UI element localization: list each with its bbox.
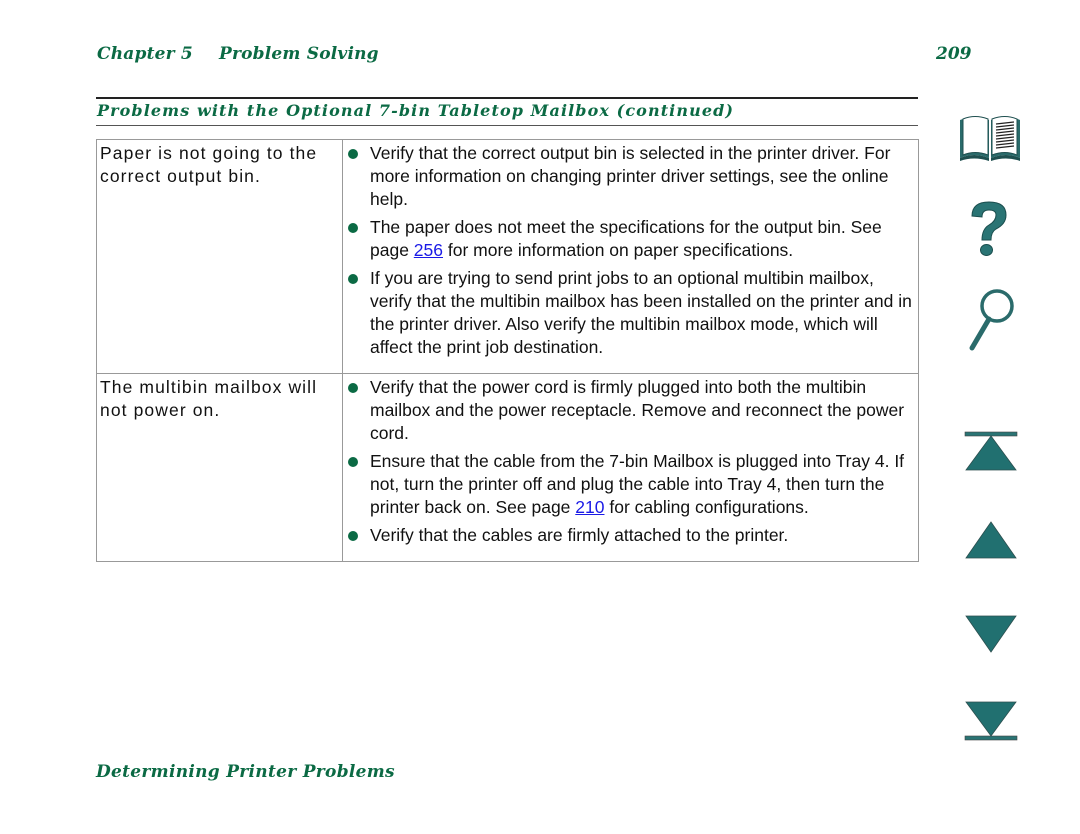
chapter-title: Problem Solving bbox=[218, 44, 379, 64]
chapter-label: Chapter 5 bbox=[97, 44, 193, 64]
page-number: 209 bbox=[936, 44, 972, 64]
bullet-icon bbox=[348, 383, 358, 393]
problem-cell: Paper is not going to the correct output… bbox=[96, 139, 343, 374]
first-page-icon[interactable] bbox=[963, 430, 1019, 472]
help-icon[interactable] bbox=[966, 198, 1012, 260]
bullet-icon bbox=[348, 531, 358, 541]
solutions-cell: Verify that the correct output bin is se… bbox=[342, 139, 919, 374]
table-row: The multibin mailbox will not power on. … bbox=[96, 373, 919, 562]
chapter-heading: Chapter 5 Problem Solving bbox=[97, 44, 379, 64]
page-link-256[interactable]: 256 bbox=[414, 240, 443, 260]
solutions-cell: Verify that the power cord is firmly plu… bbox=[342, 373, 919, 562]
problem-cell: The multibin mailbox will not power on. bbox=[96, 373, 343, 562]
bullet-icon bbox=[348, 274, 358, 284]
next-page-icon[interactable] bbox=[963, 614, 1019, 654]
troubleshooting-table: Paper is not going to the correct output… bbox=[96, 139, 919, 562]
table-row: Paper is not going to the correct output… bbox=[96, 139, 919, 374]
section-title: Problems with the Optional 7-bin Tableto… bbox=[97, 101, 735, 120]
solution-item: If you are trying to send print jobs to … bbox=[347, 267, 914, 359]
search-icon[interactable] bbox=[966, 288, 1018, 352]
bullet-icon bbox=[348, 149, 358, 159]
solution-item: Verify that the correct output bin is se… bbox=[347, 142, 914, 211]
book-icon[interactable] bbox=[956, 112, 1024, 164]
page-link-210[interactable]: 210 bbox=[575, 497, 604, 517]
previous-page-icon[interactable] bbox=[963, 520, 1019, 560]
section-rule-bottom bbox=[96, 125, 918, 126]
solution-item: The paper does not meet the specificatio… bbox=[347, 216, 914, 262]
solution-item: Verify that the power cord is firmly plu… bbox=[347, 376, 914, 445]
section-rule-top bbox=[96, 97, 918, 99]
bullet-icon bbox=[348, 457, 358, 467]
solution-item: Ensure that the cable from the 7-bin Mai… bbox=[347, 450, 914, 519]
solution-item: Verify that the cables are firmly attach… bbox=[347, 524, 914, 547]
footer-section-link[interactable]: Determining Printer Problems bbox=[96, 762, 395, 782]
last-page-icon[interactable] bbox=[963, 700, 1019, 744]
bullet-icon bbox=[348, 223, 358, 233]
